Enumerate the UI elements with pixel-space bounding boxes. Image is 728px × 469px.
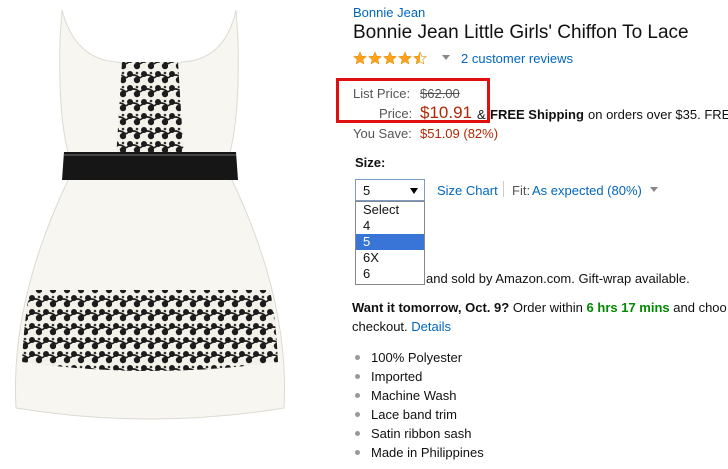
- customer-reviews-link[interactable]: 2 customer reviews: [461, 51, 573, 66]
- feature-text: 100% Polyester: [371, 350, 463, 365]
- list-item: Made in Philippines: [355, 443, 484, 462]
- size-option-5[interactable]: 5: [356, 234, 424, 250]
- bullet-icon: [355, 450, 360, 455]
- dropdown-arrow-icon: [410, 188, 418, 194]
- free-shipping-label[interactable]: FREE Shipping: [490, 107, 584, 122]
- feature-text: Lace band trim: [371, 407, 457, 422]
- divider: [503, 181, 504, 197]
- fit-caret-icon[interactable]: [650, 187, 658, 192]
- fit-link[interactable]: As expected (80%): [532, 183, 642, 198]
- product-image[interactable]: [0, 0, 300, 469]
- price-amp: &: [477, 107, 486, 122]
- list-item: Machine Wash: [355, 386, 484, 405]
- delivery-message: Want it tomorrow, Oct. 9? Order within 6…: [352, 300, 727, 315]
- feature-text: Made in Philippines: [371, 445, 484, 460]
- size-label: Size:: [355, 155, 386, 170]
- list-item: Imported: [355, 367, 484, 386]
- checkout-line: checkout. Details: [352, 319, 451, 334]
- list-price: $62.00: [420, 86, 460, 101]
- bullet-icon: [355, 374, 360, 379]
- bullet-icon: [355, 412, 360, 417]
- bullet-icon: [355, 431, 360, 436]
- size-option-6x[interactable]: 6X: [356, 250, 424, 266]
- size-select[interactable]: 5: [355, 179, 425, 201]
- price-label: Price:: [379, 106, 413, 121]
- list-price-label: List Price:: [353, 86, 411, 101]
- star-icon: [368, 51, 382, 65]
- list-item: 100% Polyester: [355, 348, 484, 367]
- feature-bullets: 100% Polyester Imported Machine Wash Lac…: [355, 348, 484, 462]
- you-save-label: You Save:: [353, 126, 412, 141]
- list-item: Lace band trim: [355, 405, 484, 424]
- rating-caret-icon[interactable]: [442, 55, 450, 60]
- list-item: Satin ribbon sash: [355, 424, 484, 443]
- feature-text: Machine Wash: [371, 388, 457, 403]
- size-option-select[interactable]: Select: [356, 202, 424, 218]
- size-option-6[interactable]: 6: [356, 266, 424, 282]
- checkout-text: checkout.: [352, 319, 408, 334]
- bullet-icon: [355, 393, 360, 398]
- price: $10.91: [420, 103, 472, 122]
- fit-label: Fit:: [512, 183, 531, 198]
- half-star-icon: [413, 51, 427, 65]
- star-icon: [353, 51, 367, 65]
- order-within-text: Order within: [512, 300, 583, 315]
- delivery-headline: Want it tomorrow, Oct. 9?: [352, 300, 510, 315]
- shipping-terms: on orders over $35. FRE: [588, 107, 728, 122]
- choose-text: and choo: [673, 300, 727, 315]
- product-title: Bonnie Jean Little Girls' Chiffon To Lac…: [353, 22, 689, 43]
- details-link[interactable]: Details: [411, 319, 451, 334]
- bullet-icon: [355, 355, 360, 360]
- countdown-time: 6 hrs 17 mins: [586, 300, 670, 315]
- you-save-value: $51.09 (82%): [420, 126, 499, 141]
- brand-link[interactable]: Bonnie Jean: [353, 5, 425, 20]
- size-select-value: 5: [363, 183, 371, 198]
- star-icon: [383, 51, 397, 65]
- size-chart-link[interactable]: Size Chart: [437, 183, 498, 198]
- size-option-4[interactable]: 4: [356, 218, 424, 234]
- feature-text: Satin ribbon sash: [371, 426, 472, 441]
- sold-by-text: and sold by Amazon.com. Gift-wrap availa…: [426, 271, 690, 286]
- size-dropdown-list[interactable]: Select 4 5 6X 6: [355, 201, 425, 285]
- feature-text: Imported: [371, 369, 423, 384]
- star-rating[interactable]: [353, 51, 427, 65]
- star-icon: [398, 51, 412, 65]
